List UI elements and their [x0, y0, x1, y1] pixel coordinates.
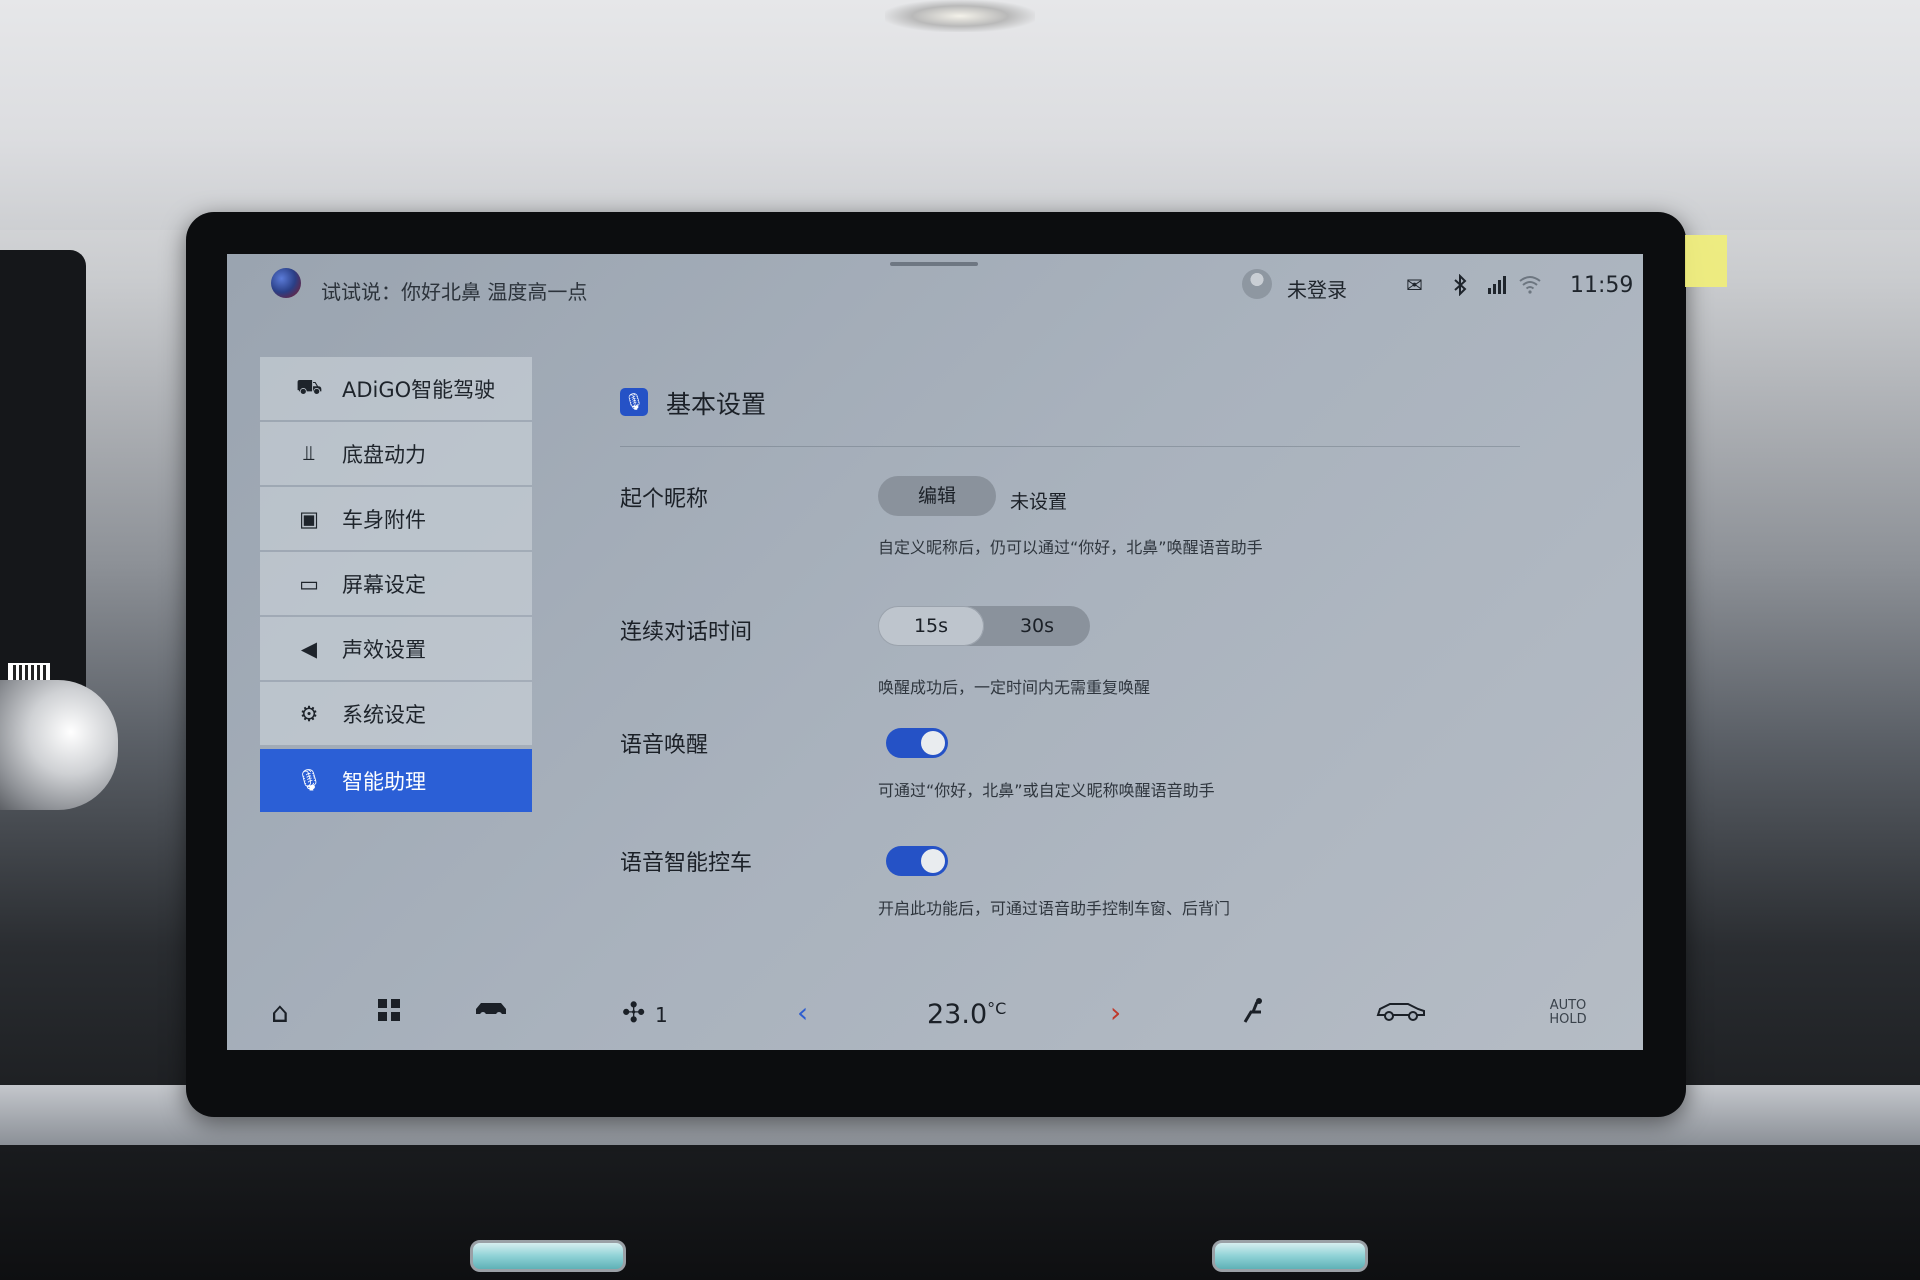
temperature-value: 23.0 [927, 999, 988, 1030]
temperature-up-button[interactable]: › [1110, 996, 1121, 1030]
car-icon[interactable] [473, 996, 509, 1030]
microphone-icon: 🎙 [620, 388, 648, 416]
gear-icon: ⚙ [299, 701, 319, 726]
microphone-icon: 🎙 [296, 768, 323, 792]
air-vent-right [1212, 1240, 1368, 1272]
settings-sidebar: ⛟ ADiGO智能驾驶 ⫫ 底盘动力 ▣ 车身附件 ▭ 屏幕设定 ◀ 声效设置 … [260, 357, 532, 814]
fan-level: 1 [655, 1003, 668, 1027]
option-15s[interactable]: 15s [878, 606, 984, 646]
monitor-icon: ▭ [299, 571, 319, 596]
sticky-note [1685, 235, 1727, 287]
home-icon[interactable]: ⌂ [271, 996, 289, 1030]
sidebar-item-assistant[interactable]: 🎙 智能助理 [260, 749, 532, 812]
voice-wake-description: 可通过“你好，北鼻”或自定义昵称唤醒语音助手 [878, 781, 1215, 800]
steering-assist-icon: ⛟ [296, 375, 323, 399]
control-knob [0, 680, 118, 810]
sidebar-item-label: 声效设置 [342, 637, 426, 662]
auto-hold-line2: HOLD [1549, 1012, 1587, 1027]
option-30s[interactable]: 30s [984, 606, 1090, 646]
nickname-label: 起个昵称 [620, 487, 709, 512]
air-vent-left [470, 1240, 626, 1272]
sidebar-item-label: 系统设定 [342, 702, 426, 727]
defrost-lamp [885, 0, 1035, 32]
sidebar-item-screen[interactable]: ▭ 屏幕设定 [260, 552, 532, 615]
sidebar-item-label: 智能助理 [342, 769, 426, 794]
sidebar-item-adigo[interactable]: ⛟ ADiGO智能驾驶 [260, 357, 532, 420]
chassis-icon: ⫫ [303, 441, 315, 465]
divider [620, 446, 1520, 447]
dialog-time-segmented-control: 15s 30s [878, 606, 1090, 646]
temperature-down-button[interactable]: ‹ [797, 996, 808, 1030]
sidebar-item-label: 底盘动力 [342, 442, 426, 467]
apps-grid-icon[interactable] [377, 996, 401, 1030]
car-body-icon: ▣ [299, 506, 319, 531]
speaker-icon: ◀ [300, 636, 318, 661]
sidebar-item-body[interactable]: ▣ 车身附件 [260, 487, 532, 550]
seat-airflow-icon[interactable] [1239, 996, 1269, 1034]
section-title: 基本设置 [666, 390, 767, 419]
nickname-description: 自定义昵称后，仍可以通过“你好，北鼻”唤醒语音助手 [878, 538, 1263, 557]
auto-hold-line1: AUTO [1549, 998, 1587, 1013]
sidebar-item-label: 车身附件 [342, 507, 426, 532]
continuous-dialog-label: 连续对话时间 [620, 620, 753, 645]
bottom-dock: ⌂ ✣ 1 ‹ 23.0°C › AUTO HOLD [227, 984, 1643, 1050]
infotainment-screen: 试试说：你好北鼻 温度高一点 未登录 ✉ 11:59 ⛟ ADiGO智能驾驶 ⫫… [227, 254, 1643, 1050]
sidebar-item-label: ADiGO智能驾驶 [342, 377, 496, 402]
temperature-display: 23.0°C [927, 999, 1006, 1030]
settings-panel: 🎙 基本设置 起个昵称 编辑 未设置 自定义昵称后，仍可以通过“你好，北鼻”唤醒… [620, 254, 1620, 994]
voice-wake-label: 语音唤醒 [620, 733, 709, 758]
dashboard-top [0, 0, 1920, 230]
continuous-dialog-description: 唤醒成功后，一定时间内无需重复唤醒 [878, 678, 1151, 697]
voice-control-toggle[interactable] [886, 846, 948, 876]
voice-assistant-orb-icon[interactable] [271, 268, 301, 298]
auto-hold-button[interactable]: AUTO HOLD [1543, 999, 1593, 1027]
sidebar-item-system[interactable]: ⚙ 系统设定 [260, 682, 532, 745]
toggle-knob [921, 731, 945, 755]
sidebar-item-label: 屏幕设定 [342, 572, 426, 597]
nickname-value: 未设置 [1010, 491, 1068, 513]
voice-control-label: 语音智能控车 [620, 851, 753, 876]
sidebar-item-sound[interactable]: ◀ 声效设置 [260, 617, 532, 680]
fan-icon[interactable]: ✣ [622, 996, 645, 1030]
voice-hint: 试试说：你好北鼻 温度高一点 [321, 280, 588, 304]
voice-control-description: 开启此功能后，可通过语音助手控制车窗、后背门 [878, 899, 1231, 918]
vehicle-status-icon[interactable] [1375, 996, 1427, 1030]
toggle-knob [921, 849, 945, 873]
temperature-unit: °C [987, 999, 1007, 1018]
sidebar-item-chassis[interactable]: ⫫ 底盘动力 [260, 422, 532, 485]
edit-nickname-button[interactable]: 编辑 [878, 476, 996, 516]
voice-wake-toggle[interactable] [886, 728, 948, 758]
